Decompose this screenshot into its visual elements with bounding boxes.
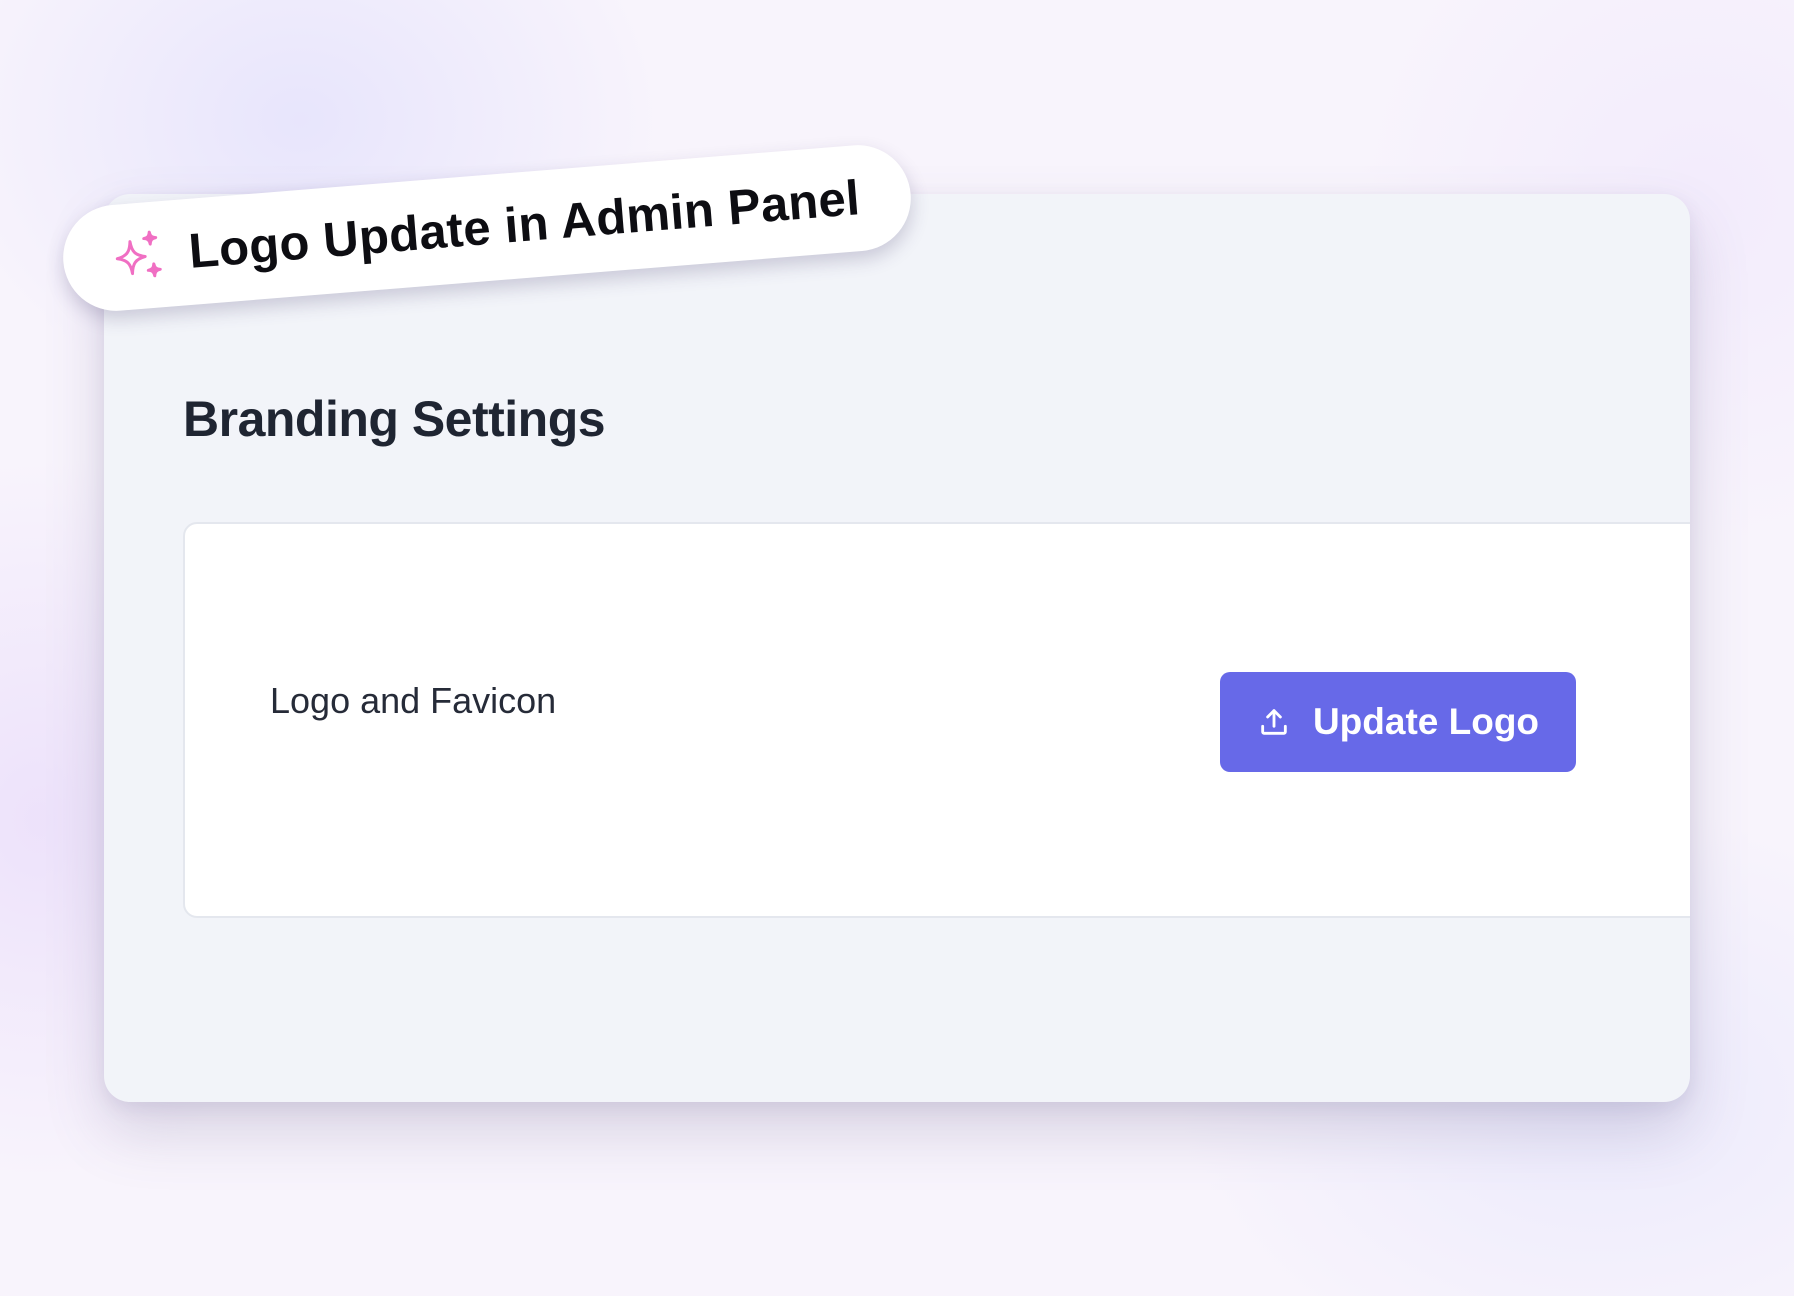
upload-icon — [1257, 705, 1291, 739]
update-logo-button-label: Update Logo — [1312, 701, 1540, 742]
logo-favicon-label: Logo and Favicon — [270, 680, 557, 721]
branding-settings-panel: Logo and Favicon Update Logo — [183, 522, 1690, 918]
update-logo-button[interactable]: Update Logo — [1220, 672, 1576, 772]
sparkles-icon — [107, 225, 169, 287]
page-title: Branding Settings — [183, 391, 606, 447]
admin-window: Branding Settings Logo and Favicon Updat… — [104, 194, 1690, 1102]
